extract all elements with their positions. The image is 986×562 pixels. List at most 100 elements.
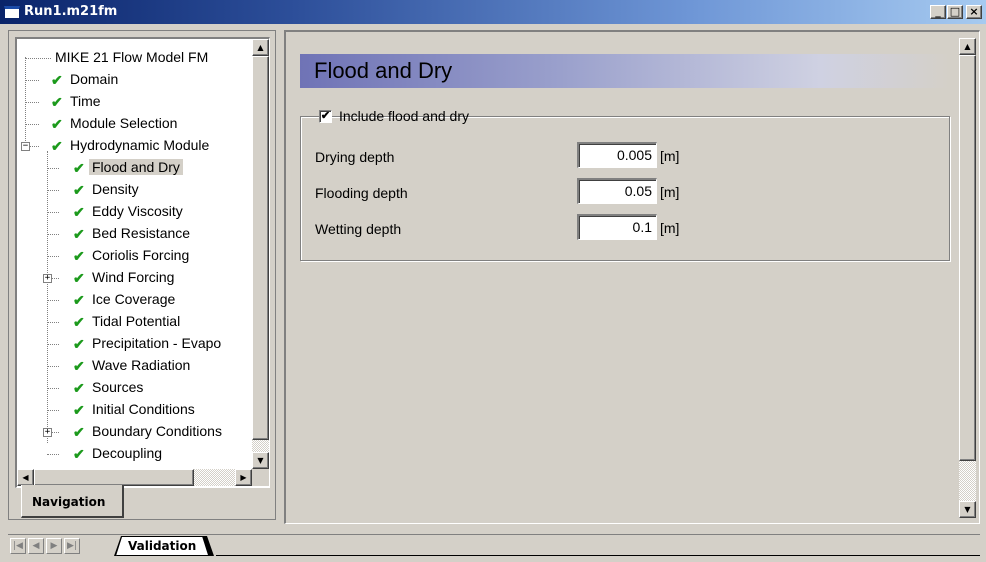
tree-item-precipitation-evapo[interactable]: ✔ Precipitation - Evapo [17, 333, 252, 355]
tree-item-label: Domain [70, 71, 119, 87]
horizontal-scroll-thumb[interactable] [34, 469, 194, 486]
check-icon: ✔ [73, 226, 85, 242]
tree-item-label: Wave Radiation [92, 357, 191, 373]
tree-horizontal-scrollbar[interactable]: ◀ ▶ [17, 469, 252, 486]
tree-connector [47, 212, 59, 213]
tree-item-label: Coriolis Forcing [92, 247, 190, 263]
check-icon: ✔ [73, 314, 85, 330]
flooding-depth-input[interactable]: 0.05 [577, 178, 657, 204]
tree-connector [25, 80, 39, 81]
tree-item-wind-forcing[interactable]: + ✔ Wind Forcing [17, 267, 252, 289]
scroll-thumb[interactable] [252, 56, 269, 440]
tree-item-label: Tidal Potential [92, 313, 181, 329]
scroll-down-button[interactable]: ▼ [252, 452, 269, 469]
check-icon: ✔ [73, 160, 85, 176]
navigation-tree: MIKE 21 Flow Model FM ✔ Domain ✔ Time ✔ Module… [17, 39, 252, 469]
title-bar[interactable]: Run1.m21fm _ □ × [0, 0, 986, 24]
tree-item-eddy-viscosity[interactable]: ✔ Eddy Viscosity [17, 201, 252, 223]
bottom-tab-bar: |◀ ◀ ▶ ▶| Validation [8, 534, 980, 556]
tree-item-mike-21-flow-model-fm[interactable]: MIKE 21 Flow Model FM [17, 47, 252, 69]
window-title: Run1.m21fm [24, 4, 118, 19]
tree-item-time[interactable]: ✔ Time [17, 91, 252, 113]
tree-connector [47, 190, 59, 191]
tree-item-hydrodynamic-module[interactable]: − ✔ Hydrodynamic Module [17, 135, 252, 157]
tree-connector [47, 344, 59, 345]
tree-item-label: Boundary Conditions [92, 423, 222, 439]
drying-depth-input[interactable]: 0.005 [577, 142, 657, 168]
tree-item-label: Eddy Viscosity [92, 203, 183, 219]
section-title: Flood and Dry [300, 54, 950, 88]
tree-item-decoupling[interactable]: ✔ Decoupling [17, 443, 252, 465]
main-vertical-scrollbar[interactable]: ▲ ▼ [959, 38, 976, 518]
tree-vertical-scrollbar[interactable]: ▲ ▼ [252, 39, 269, 469]
check-icon: ✔ [73, 402, 85, 418]
tree-connector [47, 454, 59, 455]
wetting-depth-input[interactable]: 0.1 [577, 214, 657, 240]
check-icon: ✔ [73, 204, 85, 220]
tab-bar-divider [216, 555, 980, 556]
check-icon: ✔ [73, 248, 85, 264]
check-icon: ✔ [51, 138, 63, 154]
main-scroll-down-button[interactable]: ▼ [959, 501, 976, 518]
tree-item-label: Bed Resistance [92, 225, 191, 241]
check-icon: ✔ [73, 380, 85, 396]
tree-item-wave-radiation[interactable]: ✔ Wave Radiation [17, 355, 252, 377]
tree-item-tidal-potential[interactable]: ✔ Tidal Potential [17, 311, 252, 333]
include-flood-dry-checkbox[interactable]: ✔ [319, 110, 332, 123]
tree-item-bed-resistance[interactable]: ✔ Bed Resistance [17, 223, 252, 245]
previous-tab-button[interactable]: ◀ [28, 538, 44, 554]
tree-item-label: Wind Forcing [92, 269, 175, 285]
next-tab-button[interactable]: ▶ [46, 538, 62, 554]
scroll-left-button[interactable]: ◀ [17, 469, 34, 486]
tree-item-flood-and-dry[interactable]: ✔ Flood and Dry [17, 157, 252, 179]
tab-navigation[interactable]: Navigation [21, 485, 124, 518]
minimize-button[interactable]: _ [930, 5, 946, 19]
scroll-up-button[interactable]: ▲ [252, 39, 269, 56]
tree-connector [47, 300, 59, 301]
tree-item-coriolis-forcing[interactable]: ✔ Coriolis Forcing [17, 245, 252, 267]
tree-item-label: Density [92, 181, 139, 197]
include-flood-dry-label: Include flood and dry [339, 108, 469, 124]
tree-connector [47, 410, 59, 411]
collapse-icon[interactable]: − [21, 142, 30, 151]
scrollbar-corner [252, 469, 269, 486]
check-icon: ✔ [73, 292, 85, 308]
tab-validation[interactable]: Validation [116, 537, 208, 556]
tree-connector [25, 58, 51, 59]
tree-item-boundary-conditions[interactable]: + ✔ Boundary Conditions [17, 421, 252, 443]
tree-item-label: Time [70, 93, 101, 109]
check-icon: ✔ [51, 116, 63, 132]
tree-connector [47, 366, 59, 367]
tree-item-module-selection[interactable]: ✔ Module Selection [17, 113, 252, 135]
main-panel: Flood and Dry ✔ Include flood and dry Dr… [284, 30, 980, 524]
check-icon: ✔ [51, 72, 63, 88]
expand-icon[interactable]: + [43, 428, 52, 437]
navigation-panel: MIKE 21 Flow Model FM ✔ Domain ✔ Time ✔ Module… [8, 30, 276, 520]
check-icon: ✔ [51, 94, 63, 110]
maximize-button[interactable]: □ [947, 5, 963, 19]
maximize-icon: □ [949, 5, 961, 18]
close-button[interactable]: × [966, 5, 982, 19]
minimize-icon: _ [935, 5, 941, 18]
first-tab-button[interactable]: |◀ [10, 538, 26, 554]
flooding-depth-unit: [m] [660, 184, 680, 200]
close-icon: × [969, 5, 979, 18]
wetting-depth-unit: [m] [660, 220, 680, 236]
tree-item-domain[interactable]: ✔ Domain [17, 69, 252, 91]
checkmark-icon: ✔ [320, 110, 331, 122]
tree-connector [47, 256, 59, 257]
include-flood-dry-option[interactable]: ✔ Include flood and dry [319, 108, 469, 126]
expand-icon[interactable]: + [43, 274, 52, 283]
tree-item-ice-coverage[interactable]: ✔ Ice Coverage [17, 289, 252, 311]
tree-item-label: MIKE 21 Flow Model FM [55, 49, 209, 65]
scroll-right-button[interactable]: ▶ [235, 469, 252, 486]
main-scroll-thumb[interactable] [959, 55, 976, 461]
tree-item-density[interactable]: ✔ Density [17, 179, 252, 201]
tree-item-initial-conditions[interactable]: ✔ Initial Conditions [17, 399, 252, 421]
main-scroll-up-button[interactable]: ▲ [959, 38, 976, 55]
tree-connector [25, 124, 39, 125]
tree-item-sources[interactable]: ✔ Sources [17, 377, 252, 399]
tree-item-label: Sources [92, 379, 144, 395]
check-icon: ✔ [73, 358, 85, 374]
last-tab-button[interactable]: ▶| [64, 538, 80, 554]
